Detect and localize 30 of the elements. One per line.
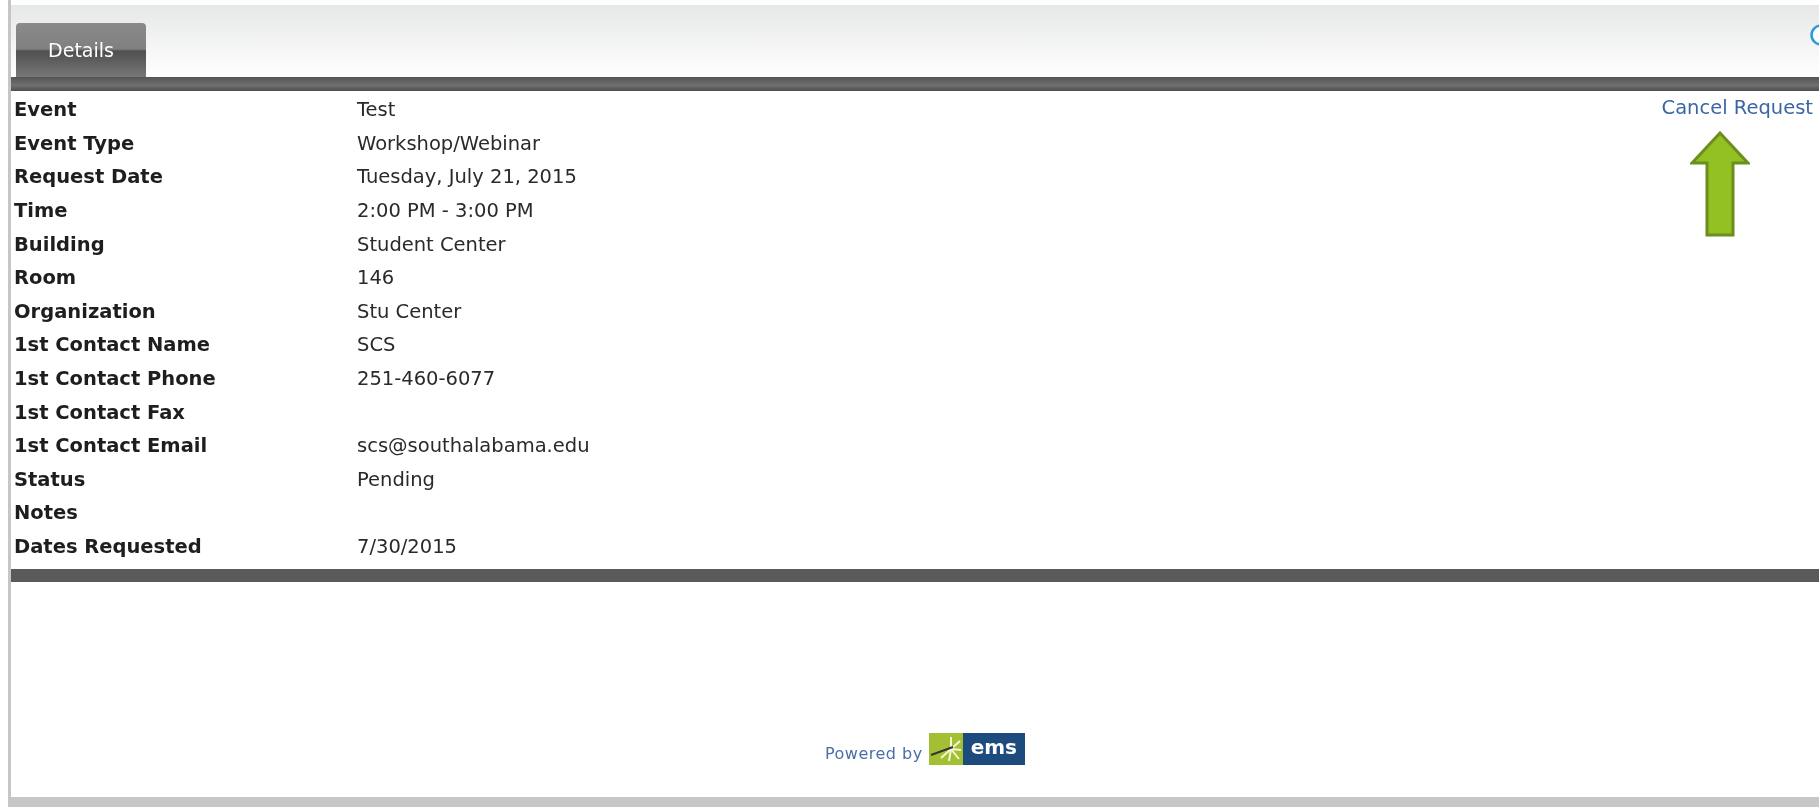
field-label: Organization bbox=[14, 299, 157, 323]
field-value: 2:00 PM - 3:00 PM bbox=[357, 199, 534, 223]
field-value: scs@southalabama.edu bbox=[357, 434, 590, 458]
field-label: 1st Contact Fax bbox=[14, 400, 186, 424]
cancel-request-link[interactable]: Cancel Request bbox=[1661, 93, 1813, 123]
field-label: Time bbox=[14, 199, 69, 223]
field-value: 146 bbox=[357, 266, 395, 290]
field-label: 1st Contact Email bbox=[14, 434, 209, 458]
up-arrow-icon bbox=[1690, 131, 1750, 237]
field-label: Event bbox=[14, 98, 78, 122]
field-label: Dates Requested bbox=[14, 535, 203, 558]
field-value: Pending bbox=[357, 467, 435, 491]
field-value: 251-460-6077 bbox=[357, 367, 496, 391]
field-label: Notes bbox=[14, 501, 79, 525]
field-label: Room bbox=[14, 266, 78, 290]
field-label: Building bbox=[14, 232, 106, 256]
field-value: 7/30/2015 bbox=[357, 535, 457, 558]
powered-by-text: Powered by bbox=[824, 744, 923, 765]
field-label: Event Type bbox=[14, 131, 136, 155]
field-label: 1st Contact Name bbox=[14, 333, 212, 357]
field-value: Student Center bbox=[357, 232, 506, 256]
details-tab[interactable]: Details bbox=[16, 23, 146, 77]
field-label: Request Date bbox=[14, 165, 164, 189]
field-value: Workshop/Webinar bbox=[357, 131, 541, 155]
field-label: 1st Contact Phone bbox=[14, 367, 217, 391]
field-value: Test bbox=[357, 98, 396, 122]
field-value: SCS bbox=[357, 333, 396, 357]
field-value: Tuesday, July 21, 2015 bbox=[357, 165, 577, 189]
field-value: Stu Center bbox=[357, 299, 462, 323]
field-label: Status bbox=[14, 467, 87, 491]
